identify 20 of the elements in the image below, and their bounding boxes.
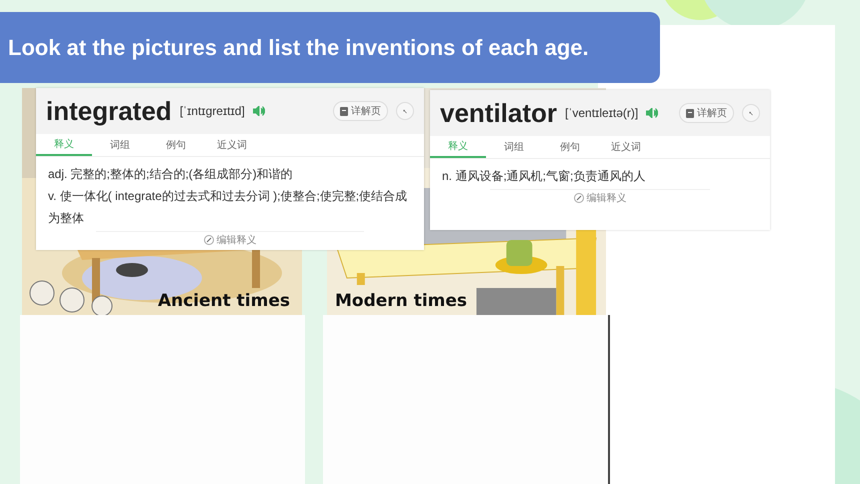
phonetic: [ˈɪntɪɡreɪtɪd] xyxy=(180,104,245,118)
detail-page-button[interactable]: 详解页 xyxy=(679,103,734,123)
dictionary-tab[interactable]: 例句 xyxy=(148,134,204,156)
picture-caption: Ancient times xyxy=(158,291,290,311)
definition-text: adj. 完整的;整体的;结合的;(各组成部分)和谐的 xyxy=(48,166,294,183)
dictionary-tab[interactable]: 词组 xyxy=(92,134,148,156)
picture-caption: Modern times xyxy=(335,291,468,311)
dictionary-tab[interactable]: 词组 xyxy=(486,136,542,158)
headword: ventilator xyxy=(440,98,558,128)
dictionary-tab[interactable]: 近义词 xyxy=(204,134,260,156)
slide-title: Look at the pictures and list the inventions of each age. xyxy=(0,12,660,83)
edit-definition-link[interactable]: 编辑释义 xyxy=(216,233,256,247)
definition-text: v. 使一体化( integrate的过去式和过去分词 );使整合;使完整;使结合成为整体 xyxy=(48,188,408,227)
definition-text: n. 通风设备;通风机;气窗;负责通风的人 xyxy=(442,168,646,185)
dictionary-tab[interactable]: 近义词 xyxy=(598,136,654,158)
edit-definition-link[interactable]: 编辑释义 xyxy=(586,191,626,205)
phonetic: [ˈventɪleɪtə(r)] xyxy=(565,106,638,120)
headword: integrated xyxy=(46,96,172,126)
detail-page-button[interactable]: 详解页 xyxy=(333,101,388,121)
dictionary-tab[interactable]: 例句 xyxy=(542,136,598,158)
